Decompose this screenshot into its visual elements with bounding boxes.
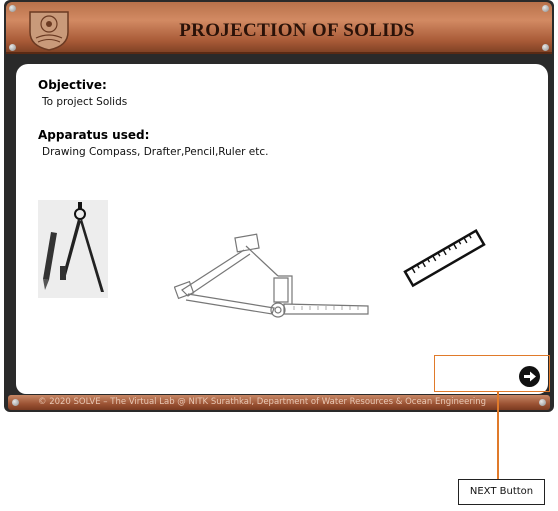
page-title: PROJECTION OF SOLIDS (179, 20, 415, 41)
content-panel: Objective: To project Solids Apparatus u… (16, 64, 548, 394)
ruler-icon (403, 228, 486, 288)
drafter-icon (174, 233, 369, 318)
next-button-highlight (434, 355, 550, 392)
bolt-icon (9, 5, 16, 12)
apparatus-text: Drawing Compass, Drafter,Pencil,Ruler et… (42, 146, 269, 158)
compass-pencil-icon (38, 200, 108, 298)
bolt-icon (12, 399, 19, 406)
objective-heading: Objective: (38, 78, 107, 92)
footer-copyright: © 2020 SOLVE – The Virtual Lab @ NITK Su… (38, 397, 486, 407)
objective-text: To project Solids (42, 96, 128, 108)
header-bar: PROJECTION OF SOLIDS (6, 2, 552, 54)
footer-bar: © 2020 SOLVE – The Virtual Lab @ NITK Su… (8, 395, 550, 410)
annotation-leader-line (497, 392, 499, 479)
bolt-icon (542, 44, 549, 51)
annotation-label: NEXT Button (458, 479, 545, 505)
apparatus-heading: Apparatus used: (38, 128, 150, 142)
bolt-icon (9, 44, 16, 51)
bolt-icon (542, 5, 549, 12)
bolt-icon (539, 399, 546, 406)
